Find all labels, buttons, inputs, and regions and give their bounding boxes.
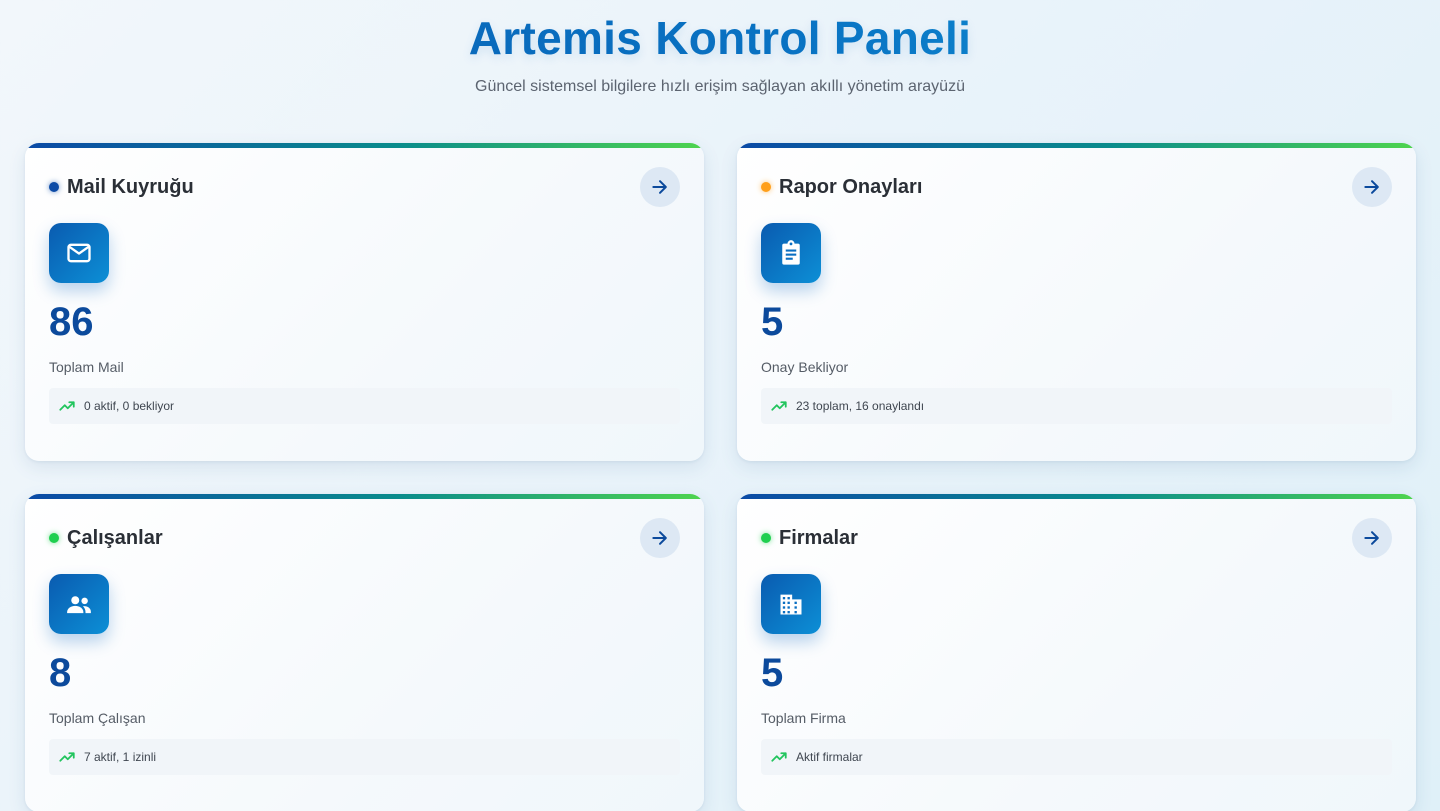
page-subtitle: Güncel sistemsel bilgilere hızlı erişim … xyxy=(475,78,965,95)
card-value: 5 xyxy=(761,300,784,344)
card-accent-bar xyxy=(737,494,1416,499)
card-title-wrap: Rapor Onayları xyxy=(761,176,922,199)
clipboard-icon xyxy=(761,223,821,283)
status-dot xyxy=(761,182,771,192)
card-companies: Firmalar 5 Toplam Firma Aktif firmalar xyxy=(737,494,1416,811)
card-title: Rapor Onayları xyxy=(779,175,923,198)
card-accent-bar xyxy=(25,494,704,499)
mail-icon xyxy=(49,223,109,283)
card-accent-bar xyxy=(737,143,1416,148)
card-footer: 7 aktif, 1 izinli xyxy=(49,739,680,775)
card-header: Firmalar xyxy=(761,518,1392,558)
card-footer-text: 7 aktif, 1 izinli xyxy=(84,750,157,764)
card-value: 86 xyxy=(49,300,94,344)
people-icon xyxy=(49,574,109,634)
card-value: 5 xyxy=(761,651,784,695)
status-dot xyxy=(49,533,59,543)
open-employees-button[interactable] xyxy=(640,518,680,558)
card-footer-text: 23 toplam, 16 onaylandı xyxy=(796,399,925,413)
status-dot xyxy=(49,182,59,192)
open-report-approvals-button[interactable] xyxy=(1352,167,1392,207)
arrow-right-icon xyxy=(1364,180,1379,194)
trending-up-icon xyxy=(770,748,788,766)
arrow-right-icon xyxy=(1364,531,1379,545)
card-report-approvals: Rapor Onayları 5 Onay Bekliyor 23 toplam… xyxy=(737,143,1416,461)
card-label: Toplam Firma xyxy=(761,710,846,726)
open-companies-button[interactable] xyxy=(1352,518,1392,558)
card-value: 8 xyxy=(49,651,72,695)
card-label: Toplam Mail xyxy=(49,359,124,375)
arrow-right-icon xyxy=(652,180,667,194)
card-title: Firmalar xyxy=(779,526,858,549)
page-title: Artemis Kontrol Paneli xyxy=(0,12,1440,64)
card-title: Çalışanlar xyxy=(67,526,163,549)
card-title-wrap: Mail Kuyruğu xyxy=(49,176,194,199)
card-footer-text: 0 aktif, 0 bekliyor xyxy=(84,399,175,413)
card-label: Toplam Çalışan xyxy=(49,710,146,726)
card-footer: Aktif firmalar xyxy=(761,739,1392,775)
card-title: Mail Kuyruğu xyxy=(67,175,194,198)
open-mail-queue-button[interactable] xyxy=(640,167,680,207)
card-title-wrap: Firmalar xyxy=(761,527,858,550)
card-label: Onay Bekliyor xyxy=(761,359,849,375)
card-header: Rapor Onayları xyxy=(761,167,1392,207)
card-footer: 0 aktif, 0 bekliyor xyxy=(49,388,680,424)
trending-up-icon xyxy=(58,397,76,415)
arrow-right-icon xyxy=(652,531,667,545)
card-footer: 23 toplam, 16 onaylandı xyxy=(761,388,1392,424)
card-header: Mail Kuyruğu xyxy=(49,167,680,207)
card-accent-bar xyxy=(25,143,704,148)
status-dot xyxy=(761,533,771,543)
trending-up-icon xyxy=(58,748,76,766)
card-mail-queue: Mail Kuyruğu 86 Toplam Mail 0 aktif, 0 b… xyxy=(25,143,704,461)
building-icon xyxy=(761,574,821,634)
card-header: Çalışanlar xyxy=(49,518,680,558)
card-footer-text: Aktif firmalar xyxy=(796,750,863,764)
card-employees: Çalışanlar 8 Toplam Çalışan 7 aktif, 1 i… xyxy=(25,494,704,811)
page-header: Artemis Kontrol Paneli Güncel sistemsel … xyxy=(0,0,1440,96)
dashboard-grid: Mail Kuyruğu 86 Toplam Mail 0 aktif, 0 b… xyxy=(25,143,1416,811)
card-title-wrap: Çalışanlar xyxy=(49,527,163,550)
trending-up-icon xyxy=(770,397,788,415)
